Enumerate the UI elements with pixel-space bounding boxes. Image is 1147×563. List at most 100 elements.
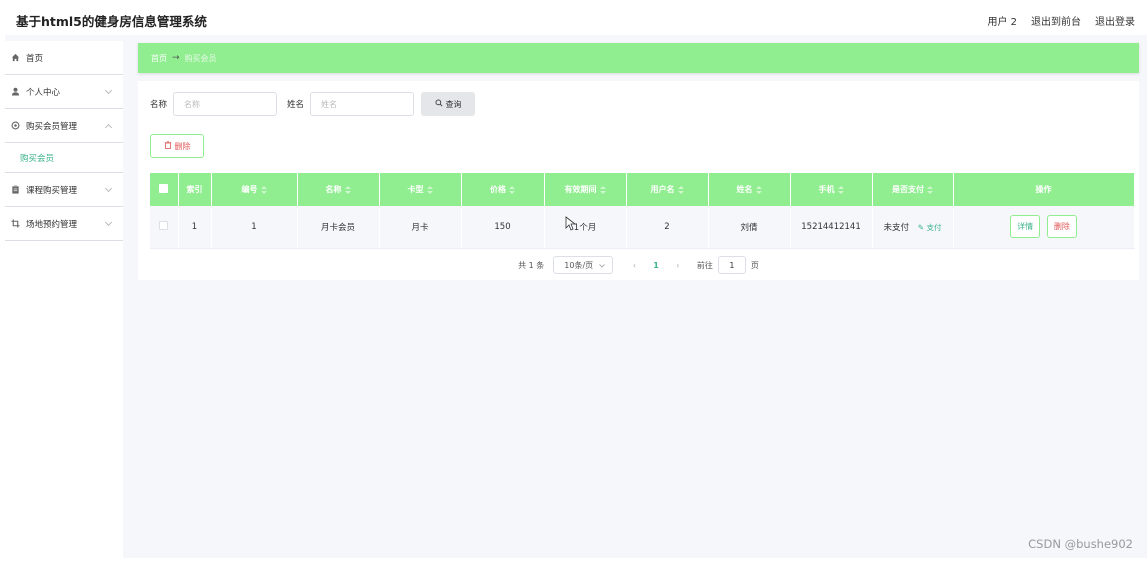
chevron-down-icon: [104, 218, 113, 227]
column-header: 索引: [178, 173, 212, 206]
goto-label: 前往: [696, 260, 713, 270]
sidebar-item-course-purchase[interactable]: 课程购买管理: [5, 173, 123, 207]
arrow-right-icon: →: [172, 53, 180, 63]
column-header[interactable]: 卡型: [379, 173, 462, 206]
column-header[interactable]: 是否支付: [872, 173, 954, 206]
sort-icon[interactable]: [677, 185, 684, 194]
column-header[interactable]: 姓名: [708, 173, 791, 206]
breadcrumb-home[interactable]: 首页: [151, 53, 167, 64]
main-content: 名称 姓名 查询 删除: [138, 81, 1139, 280]
name-label: 名称: [150, 100, 168, 110]
column-header-label: 编号: [241, 185, 258, 194]
sort-icon[interactable]: [837, 185, 844, 194]
cell-phone: 15214412141: [790, 206, 873, 249]
pay-status-text: 未支付: [883, 222, 910, 233]
sort-icon[interactable]: [426, 185, 433, 194]
table-header-row: 索引 编号 名称 卡型 价格 有效期间 用户名 姓名 手机 是否支付 操作: [150, 173, 1135, 206]
sort-icon[interactable]: [344, 185, 351, 194]
top-bar: 基于html5的健身房信息管理系统 用户 2 退出到前台 退出登录: [5, 5, 1147, 35]
column-header-label: 姓名: [736, 185, 753, 194]
name-search-input[interactable]: [173, 92, 278, 116]
column-header[interactable]: 手机: [790, 173, 873, 206]
page-size-select[interactable]: 10条/页: [553, 256, 614, 274]
select-all-checkbox[interactable]: [159, 184, 169, 193]
column-header-label: 价格: [490, 185, 506, 194]
logout-link[interactable]: 退出登录: [1095, 13, 1135, 28]
column-header[interactable]: 有效期间: [544, 173, 627, 206]
column-header-label: 手机: [818, 185, 835, 194]
breadcrumb-current: 购买会员: [184, 53, 217, 63]
sidebar-item-home[interactable]: 首页: [5, 41, 123, 75]
sort-icon[interactable]: [260, 185, 267, 194]
next-page-icon[interactable]: ›: [671, 261, 685, 270]
select-all-cell[interactable]: [150, 173, 179, 206]
sidebar-item-venue-booking[interactable]: 场地预约管理: [5, 207, 123, 241]
clipboard-icon: [11, 185, 20, 194]
trash-icon: [164, 141, 172, 151]
column-header-label: 是否支付: [892, 185, 924, 194]
sidebar-item-label: 课程购买管理: [26, 185, 78, 196]
cell-index: 1: [178, 206, 212, 249]
cell-name: 月卡会员: [297, 206, 380, 249]
sort-icon[interactable]: [927, 185, 933, 194]
row-select-cell[interactable]: [150, 206, 179, 249]
cell-person: 刘倩: [708, 206, 791, 249]
column-header[interactable]: 名称: [297, 173, 380, 206]
column-header[interactable]: 价格: [461, 173, 545, 206]
app-frame: 基于html5的健身房信息管理系统 用户 2 退出到前台 退出登录 首页 个人中…: [5, 5, 1147, 558]
table-row: 1 1 月卡会员 月卡 150 1个月 2 刘倩 15214412141 未支付…: [150, 206, 1135, 249]
sort-icon[interactable]: [509, 185, 515, 194]
prev-page-icon[interactable]: ‹: [627, 261, 641, 270]
page-number[interactable]: 1: [653, 261, 659, 270]
chevron-down-icon: [599, 261, 606, 270]
page-suffix: 页: [750, 260, 759, 270]
person-search-input[interactable]: [310, 92, 415, 116]
total-count: 共 1 条: [518, 260, 545, 270]
goto-page-input[interactable]: [717, 256, 746, 274]
exit-to-front-link[interactable]: 退出到前台: [1031, 13, 1081, 28]
chevron-up-icon: [104, 123, 113, 132]
column-header-label: 卡型: [407, 185, 424, 194]
sidebar-item-label: 场地预约管理: [26, 219, 78, 230]
sidebar-subitem-buy-membership[interactable]: 购买会员: [5, 143, 123, 173]
sidebar-item-label: 个人中心: [26, 87, 61, 98]
pay-link[interactable]: ✎ 支付: [918, 223, 942, 232]
cell-card-type: 月卡: [379, 206, 462, 249]
chevron-down-icon: [104, 184, 113, 193]
page-size-value: 10条/页: [564, 260, 594, 270]
cell-number: 1: [211, 206, 298, 249]
sidebar-item-label: 购买会员管理: [26, 121, 78, 132]
person-label: 姓名: [287, 100, 305, 110]
column-header-label: 名称: [325, 185, 342, 194]
search-button-label: 查询: [445, 99, 462, 109]
sidebar-item-label: 首页: [26, 53, 44, 64]
batch-delete-button[interactable]: 删除: [150, 134, 204, 158]
row-delete-button[interactable]: 删除: [1046, 215, 1077, 239]
sort-icon[interactable]: [599, 185, 606, 194]
detail-button[interactable]: 详情: [1010, 215, 1041, 239]
sidebar-item-membership-management[interactable]: 购买会员管理: [5, 109, 123, 143]
cell-pay-status: 未支付 ✎ 支付: [872, 206, 954, 249]
batch-delete-label: 删除: [174, 141, 191, 151]
cell-validity: 1个月: [544, 206, 627, 249]
watermark: CSDN @bushe902: [1028, 537, 1133, 551]
cell-actions: 详情 删除: [953, 206, 1135, 249]
search-icon: [435, 99, 443, 109]
current-user[interactable]: 用户 2: [987, 13, 1017, 28]
search-button[interactable]: 查询: [421, 92, 476, 116]
breadcrumb: 首页 → 购买会员: [138, 43, 1139, 73]
sidebar: 首页 个人中心 购买会员管理 购买会员 课程购买管理 场地预约管理: [5, 41, 123, 558]
crop-icon: [11, 219, 20, 228]
sort-icon[interactable]: [755, 185, 762, 194]
column-header-label: 有效期间: [564, 185, 597, 194]
edit-icon: ✎: [917, 222, 925, 232]
search-form: 名称 姓名 查询: [150, 92, 476, 116]
chevron-down-icon: [104, 86, 113, 95]
row-checkbox[interactable]: [159, 220, 169, 230]
home-icon: [11, 53, 20, 62]
pay-link-label: 支付: [926, 222, 942, 232]
sidebar-item-personal-center[interactable]: 个人中心: [5, 75, 123, 109]
column-header[interactable]: 用户名: [626, 173, 709, 206]
app-title: 基于html5的健身房信息管理系统: [16, 13, 207, 29]
column-header[interactable]: 编号: [211, 173, 298, 206]
